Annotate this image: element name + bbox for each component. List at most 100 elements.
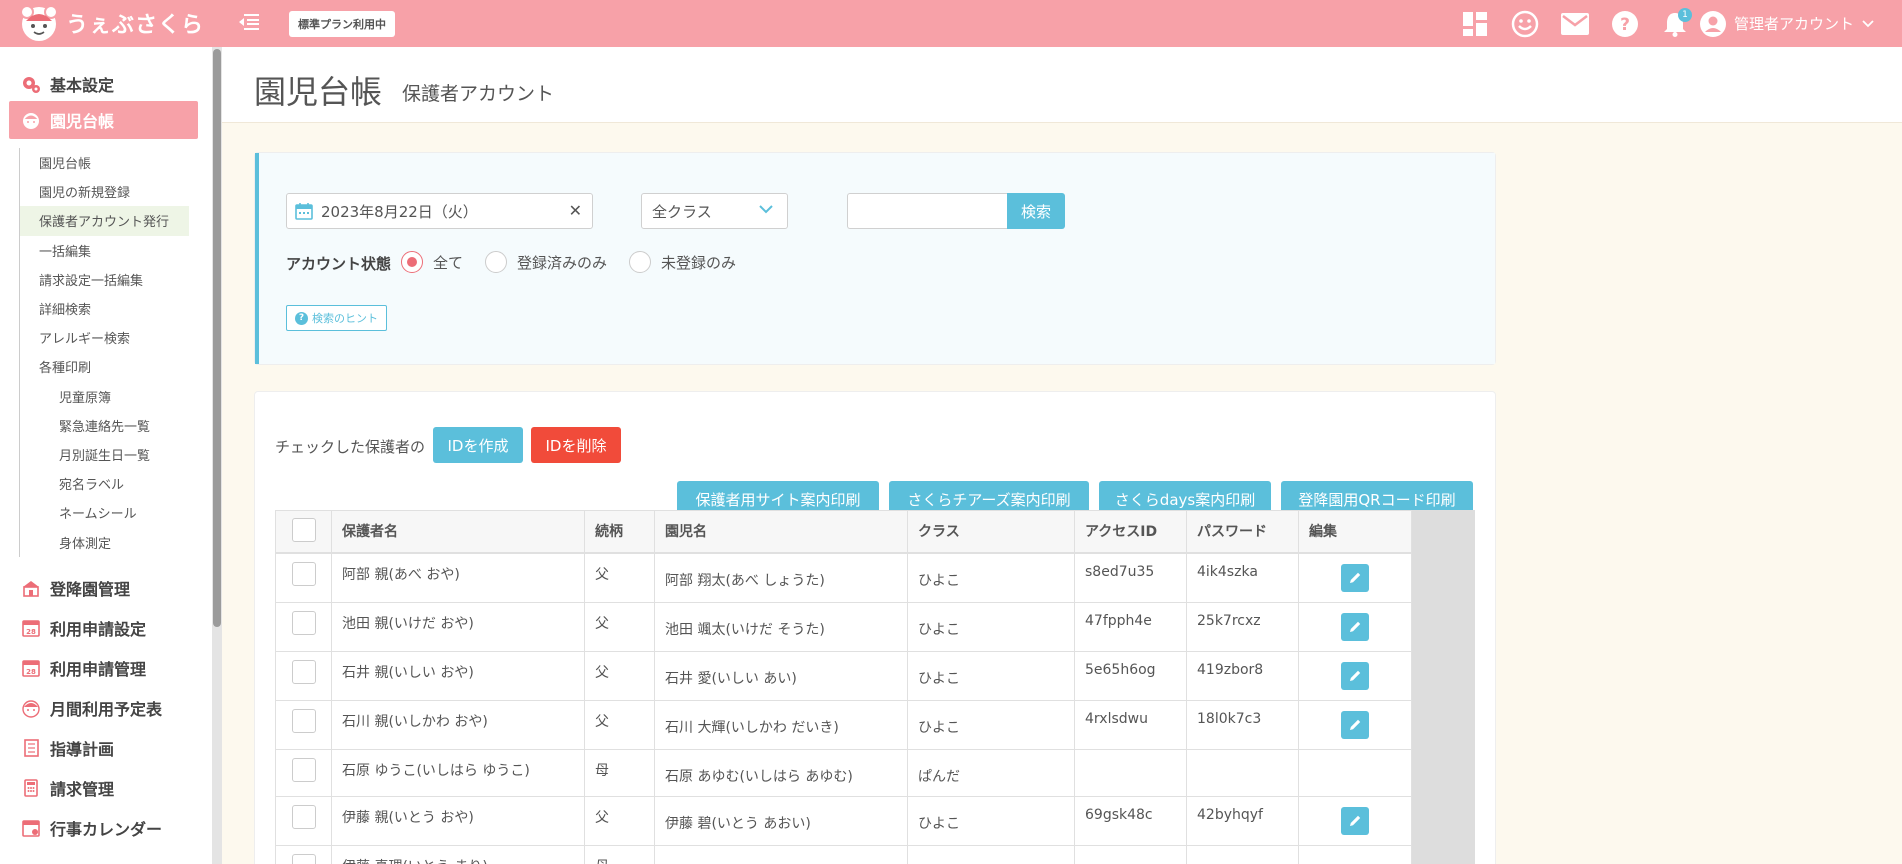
sidebar-item-event-calendar[interactable]: 行事カレンダー — [9, 809, 198, 847]
child-face-icon — [21, 110, 41, 130]
chevron-down-icon — [1862, 19, 1874, 27]
help-icon[interactable]: ? — [1600, 0, 1650, 47]
row-checkbox[interactable] — [291, 611, 316, 635]
guardian-name-cell: 池田 親(いけだ おや) — [331, 602, 585, 652]
row-checkbox[interactable] — [291, 758, 316, 782]
subnav-child-roster[interactable]: 児童原簿 — [20, 382, 189, 411]
guardian-name-cell: 阿部 親(あべ おや) — [331, 552, 585, 603]
subnav-billing-bulk-edit[interactable]: 請求設定一括編集 — [20, 265, 189, 294]
subnav-body-measurement[interactable]: 身体測定 — [20, 527, 189, 556]
account-status-label: アカウント状態 — [286, 255, 392, 273]
sidebar-item-monthly-schedule[interactable]: 月間利用予定表 — [9, 689, 198, 727]
account-label: 管理者アカウント — [1733, 15, 1854, 33]
guardian-name-cell: 石川 親(いしかわ おや) — [331, 700, 585, 750]
column-header[interactable]: 続柄 — [584, 510, 655, 554]
row-checkbox[interactable] — [291, 709, 316, 733]
row-checkbox[interactable] — [291, 805, 316, 829]
pencil-icon — [1350, 719, 1361, 730]
search-hint-button[interactable]: ? 検索のヒント — [286, 305, 387, 331]
sidebar-item-application-management[interactable]: 28 利用申請管理 — [9, 649, 198, 687]
keyword-input[interactable] — [847, 193, 1007, 229]
sidebar-item-child-register[interactable]: 園児台帳 — [9, 101, 198, 139]
subnav-child-register[interactable]: 園児台帳 — [20, 148, 189, 177]
logo[interactable]: うぇぶさくら — [18, 3, 204, 43]
table-row[interactable]: 池田 親(いけだ おや) 父池田 颯太(いけだ そうた) ひよこ 47fpph4e 25… — [275, 602, 1412, 652]
radio-button[interactable] — [401, 251, 423, 273]
class-cell: ひよこ — [907, 651, 1075, 701]
table-row[interactable]: 石原 ゆうこ(いしはら ゆうこ) 母石原 あゆむ(いしはら あゆむ) ぱんだ — [275, 749, 1412, 797]
subnav-guardian-account[interactable]: 保護者アカウント発行 — [20, 206, 189, 236]
create-id-button[interactable]: IDを作成 — [433, 427, 523, 463]
class-cell: ぱんだ — [907, 749, 1075, 797]
column-header[interactable]: アクセスID — [1074, 510, 1187, 554]
table-row[interactable]: 石川 親(いしかわ おや) 父石川 大輝(いしかわ だいき) ひよこ 4rxlsdwu… — [275, 700, 1412, 750]
smiley-icon[interactable] — [1500, 0, 1550, 47]
top-bar: うぇぶさくら 標準プラン利用中 ? 1 管理者アカウント — [0, 0, 1902, 47]
sidebar-item-label: 指導計画 — [50, 740, 115, 759]
date-value: 2023年8月22日（火） — [321, 202, 478, 221]
radio-button[interactable] — [485, 251, 508, 273]
edit-button[interactable] — [1341, 613, 1369, 641]
sidebar-item-basic-settings[interactable]: 基本設定 — [9, 65, 198, 103]
edit-button[interactable] — [1341, 711, 1369, 739]
sidebar-scrollbar[interactable] — [212, 47, 222, 864]
subnav-emergency-contacts[interactable]: 緊急連絡先一覧 — [20, 411, 189, 440]
column-header[interactable]: 園児名 — [654, 510, 908, 554]
row-checkbox[interactable] — [291, 660, 316, 684]
table-row[interactable]: 石井 親(いしい おや) 父石井 愛(いしい あい) ひよこ 5e65h6og 419z… — [275, 651, 1412, 701]
sidebar-item-guidance-plan[interactable]: 指導計画 — [9, 729, 198, 767]
edit-button[interactable] — [1341, 662, 1369, 690]
relation-cell: 父 — [584, 651, 655, 701]
radio-all[interactable]: 全て — [401, 251, 463, 273]
search-panel: 2023年8月22日（火） ✕ 全クラス 検索 アカウント状態 全て 登録済みの… — [254, 152, 1496, 365]
table-row[interactable]: 伊藤 親(いとう おや) 父伊藤 碧(いとう あおい) ひよこ 69gsk48c 42b… — [275, 796, 1412, 846]
subnav-new-child[interactable]: 園児の新規登録 — [20, 177, 189, 206]
row-checkbox[interactable] — [291, 854, 316, 864]
account-menu[interactable]: 管理者アカウント — [1699, 0, 1902, 47]
sidebar-subnav: 園児台帳 園児の新規登録 保護者アカウント発行 一括編集 請求設定一括編集 詳細… — [19, 148, 189, 557]
sidebar-item-application-settings[interactable]: 28 利用申請設定 — [9, 609, 198, 647]
subnav-bulk-edit[interactable]: 一括編集 — [20, 236, 189, 265]
results-panel: チェックした保護者の IDを作成 IDを削除 保護者用サイト案内印刷 さくらチア… — [254, 391, 1496, 864]
search-button[interactable]: 検索 — [1007, 193, 1065, 229]
relation-cell: 母 — [584, 749, 655, 797]
sidebar-item-billing[interactable]: 請求管理 — [9, 769, 198, 807]
delete-id-button[interactable]: IDを削除 — [531, 427, 621, 463]
pencil-icon — [1350, 572, 1361, 583]
menu-toggle-icon[interactable] — [238, 12, 262, 34]
column-header[interactable]: パスワード — [1186, 510, 1299, 554]
subnav-advanced-search[interactable]: 詳細検索 — [20, 294, 189, 323]
clear-icon[interactable]: ✕ — [569, 201, 582, 220]
table-row[interactable]: 阿部 親(あべ おや) 父阿部 翔太(あべ しょうた) ひよこ s8ed7u35 4ik… — [275, 552, 1412, 603]
dashboard-icon[interactable] — [1450, 0, 1500, 47]
radio-label: 全て — [433, 253, 464, 272]
subnav-birthday-list[interactable]: 月別誕生日一覧 — [20, 440, 189, 469]
bell-icon[interactable]: 1 — [1650, 0, 1700, 47]
relation-cell: 母 — [584, 845, 655, 864]
notification-badge: 1 — [1677, 8, 1692, 22]
sidebar-item-attendance[interactable]: 登降園管理 — [9, 569, 198, 607]
edit-button[interactable] — [1341, 564, 1369, 592]
radio-unregistered-only[interactable]: 未登録のみ — [629, 251, 736, 273]
select-all-checkbox[interactable] — [291, 518, 316, 542]
access-id-cell: s8ed7u35 — [1074, 552, 1187, 603]
edit-button[interactable] — [1341, 807, 1369, 835]
access-id-cell: 4rxlsdwu — [1074, 700, 1187, 750]
row-checkbox[interactable] — [291, 562, 316, 586]
subnav-address-labels[interactable]: 宛名ラベル — [20, 469, 189, 498]
radio-registered-only[interactable]: 登録済みのみ — [485, 251, 607, 273]
radio-button[interactable] — [629, 251, 652, 273]
sidebar-scrollbar-thumb[interactable] — [213, 49, 221, 627]
mail-icon[interactable] — [1550, 0, 1600, 47]
subnav-allergy-search[interactable]: アレルギー検索 — [20, 323, 189, 352]
date-picker[interactable]: 2023年8月22日（火） ✕ — [286, 193, 593, 229]
column-header[interactable]: クラス — [907, 510, 1075, 554]
column-header[interactable]: 保護者名 — [331, 510, 585, 554]
subnav-print[interactable]: 各種印刷 — [20, 352, 189, 381]
guardian-table-body: 阿部 親(あべ おや) 父阿部 翔太(あべ しょうた) ひよこ s8ed7u35 4ik… — [275, 552, 1412, 864]
class-select[interactable]: 全クラス — [641, 193, 788, 229]
subnav-name-stickers[interactable]: ネームシール — [20, 498, 189, 527]
edit-cell — [1298, 749, 1412, 797]
table-row[interactable]: 伊藤 真理(いとう まり)母伊藤 はな(いとう はな)ばら — [275, 845, 1412, 864]
class-cell: ばら — [907, 845, 1075, 864]
